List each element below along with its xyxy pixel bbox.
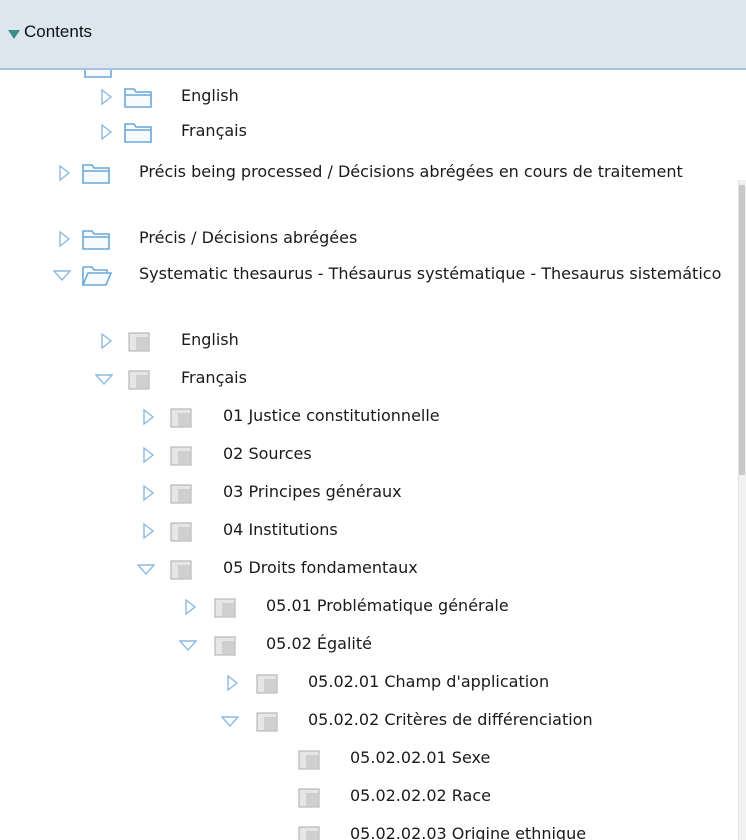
node-label[interactable]: Français [181, 119, 247, 143]
folder-icon [84, 70, 112, 78]
node-label[interactable]: Systematic thesaurus - Thésaurus systéma… [139, 262, 729, 286]
tree-node-0502[interactable]: 05.02 Égalité [0, 630, 738, 662]
chevron-down-icon[interactable] [52, 266, 72, 284]
folder-icon [124, 121, 152, 143]
tree-node-francais-1[interactable]: Français [0, 117, 738, 149]
page-icon [256, 672, 284, 694]
chevron-right-icon[interactable] [56, 164, 74, 182]
tree-node-05[interactable]: 05 Droits fondamentaux [0, 554, 738, 586]
tree-panel: English Français Précis being processed … [0, 70, 738, 840]
node-label[interactable]: 05.02.01 Champ d'application [308, 670, 549, 694]
node-label[interactable]: English [181, 328, 239, 352]
page-icon [256, 710, 284, 732]
node-label[interactable]: Précis being processed / Décisions abrég… [139, 160, 729, 184]
chevron-down-icon[interactable] [178, 636, 198, 654]
page-icon [298, 786, 326, 808]
tree-node-english-1[interactable]: English [0, 82, 738, 114]
page-icon [170, 444, 198, 466]
tree-node-francais-2[interactable]: Français [0, 364, 738, 396]
tree-node-02[interactable]: 02 Sources [0, 440, 738, 472]
node-label[interactable]: 03 Principes généraux [223, 480, 402, 504]
folder-icon [82, 162, 110, 184]
page-icon [214, 596, 242, 618]
tree-node-01[interactable]: 01 Justice constitutionnelle [0, 402, 738, 434]
chevron-right-icon[interactable] [140, 484, 158, 502]
page-icon [214, 634, 242, 656]
page-icon [170, 520, 198, 542]
tree-node-precis[interactable]: Précis / Décisions abrégées [0, 224, 738, 256]
tree-node-050201[interactable]: 05.02.01 Champ d'application [0, 668, 738, 700]
chevron-right-icon[interactable] [182, 598, 200, 616]
chevron-right-icon[interactable] [140, 446, 158, 464]
chevron-down-icon[interactable] [94, 370, 114, 388]
node-label[interactable]: 05 Droits fondamentaux [223, 556, 418, 580]
tree-node-05020201[interactable]: 05.02.02.01 Sexe [0, 744, 738, 776]
page-icon [170, 482, 198, 504]
chevron-right-icon[interactable] [140, 522, 158, 540]
node-label[interactable]: 04 Institutions [223, 518, 338, 542]
node-label[interactable]: 05.02.02.03 Origine ethnique [350, 822, 586, 840]
node-label[interactable]: Français [181, 366, 247, 390]
tree-node-050202[interactable]: 05.02.02 Critères de différenciation [0, 706, 738, 738]
page-icon [170, 558, 198, 580]
chevron-right-icon[interactable] [98, 123, 116, 141]
tree-node-precis-processing[interactable]: Précis being processed / Décisions abrég… [0, 158, 738, 214]
folder-icon [82, 228, 110, 250]
chevron-right-icon[interactable] [98, 332, 116, 350]
page-icon [298, 824, 326, 840]
tree-node-04[interactable]: 04 Institutions [0, 516, 738, 548]
node-label[interactable]: 05.01 Problématique générale [266, 594, 509, 618]
node-label[interactable]: 02 Sources [223, 442, 312, 466]
tree-node-0501[interactable]: 05.01 Problématique générale [0, 592, 738, 624]
tree-node-english-2[interactable]: English [0, 326, 738, 358]
node-label[interactable]: 05.02.02 Critères de différenciation [308, 708, 593, 732]
page-icon [128, 330, 156, 352]
node-label[interactable]: 05.02 Égalité [266, 632, 372, 656]
node-label[interactable]: 05.02.02.01 Sexe [350, 746, 490, 770]
contents-title: Contents [24, 22, 93, 41]
tree-node-thesaurus[interactable]: Systematic thesaurus - Thésaurus systéma… [0, 260, 738, 316]
node-label[interactable]: Précis / Décisions abrégées [139, 226, 357, 250]
page-icon [170, 406, 198, 428]
chevron-down-icon[interactable] [220, 712, 240, 730]
page-icon [298, 748, 326, 770]
tree-node-03[interactable]: 03 Principes généraux [0, 478, 738, 510]
chevron-down-icon[interactable] [136, 560, 156, 578]
chevron-right-icon[interactable] [56, 230, 74, 248]
open-folder-icon [82, 264, 112, 286]
chevron-right-icon[interactable] [98, 88, 116, 106]
scrollbar-thumb[interactable] [739, 185, 745, 475]
contents-header[interactable]: Contents [0, 0, 746, 70]
node-label[interactable]: 05.02.02.02 Race [350, 784, 491, 808]
page-icon [128, 368, 156, 390]
node-label[interactable]: 01 Justice constitutionnelle [223, 404, 440, 428]
collapse-triangle-icon[interactable] [8, 30, 20, 39]
chevron-right-icon[interactable] [224, 674, 242, 692]
tree-node-05020203[interactable]: 05.02.02.03 Origine ethnique [0, 820, 738, 840]
folder-icon [124, 86, 152, 108]
tree-node-05020202[interactable]: 05.02.02.02 Race [0, 782, 738, 814]
chevron-right-icon[interactable] [140, 408, 158, 426]
node-label[interactable]: English [181, 84, 239, 108]
